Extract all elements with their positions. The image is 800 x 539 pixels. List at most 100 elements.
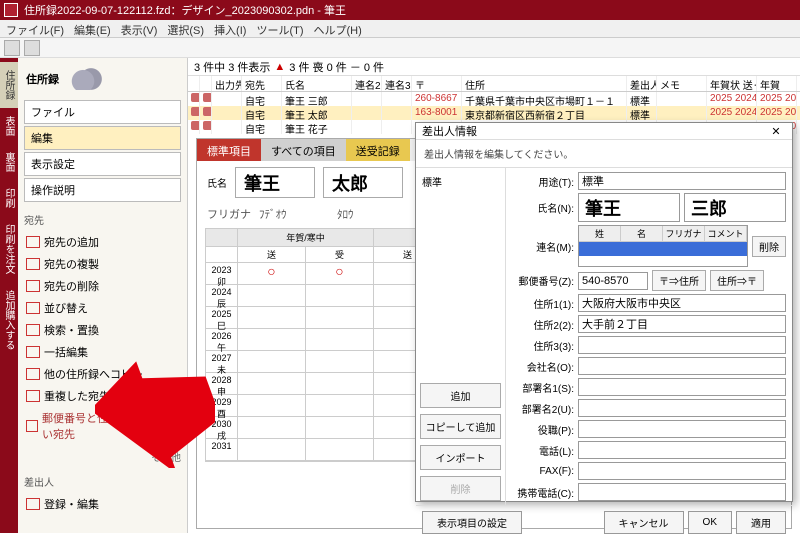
dialog-form: 用途(T): 氏名(N): 連名(M): 姓名フリガナコメント 削除 郵便番号(… bbox=[506, 168, 792, 505]
section-dest: 宛先 bbox=[24, 212, 181, 227]
vtab-back[interactable]: 裏面 bbox=[0, 144, 18, 180]
sender-icon bbox=[26, 498, 40, 510]
btn-addr-to-zip[interactable]: 住所⇒〒 bbox=[710, 270, 764, 291]
btn-file[interactable]: ファイル bbox=[24, 100, 181, 124]
input-dept2[interactable] bbox=[578, 399, 786, 417]
btn-display-settings[interactable]: 表示項目の設定 bbox=[422, 511, 522, 534]
btn-delete-renmei[interactable]: 削除 bbox=[752, 236, 786, 257]
btn-copy-add[interactable]: コピーして追加 bbox=[420, 414, 501, 439]
count-sub: 3 件 喪 0 件 － 0 件 bbox=[289, 59, 384, 75]
vtab-print[interactable]: 印刷 bbox=[0, 180, 18, 216]
vtab-order[interactable]: 印刷を注文 bbox=[0, 216, 18, 282]
undo-icon[interactable] bbox=[4, 40, 20, 56]
tab-standard[interactable]: 標準項目 bbox=[197, 139, 261, 161]
input-mobile[interactable] bbox=[578, 483, 786, 501]
sidebar-title: 住所録 bbox=[26, 68, 179, 90]
window-title: 住所録2022-09-07-122112.fzd：デザイン_2023090302… bbox=[24, 2, 346, 18]
menu-edit[interactable]: 編集(E) bbox=[74, 22, 111, 35]
btn-import[interactable]: インポート bbox=[420, 445, 501, 470]
btn-ok[interactable]: OK bbox=[688, 511, 732, 534]
window-titlebar: 住所録2022-09-07-122112.fzd：デザイン_2023090302… bbox=[0, 0, 800, 20]
input-addr3[interactable] bbox=[578, 336, 786, 354]
btn-manual[interactable]: 操作説明 bbox=[24, 178, 181, 202]
delete-icon bbox=[26, 280, 40, 292]
search-icon bbox=[26, 324, 40, 336]
input-zip[interactable] bbox=[578, 272, 648, 290]
renmei-table[interactable]: 姓名フリガナコメント bbox=[578, 225, 748, 267]
dialog-message: 差出人情報を編集してください。 bbox=[416, 140, 792, 167]
menu-tools[interactable]: ツール(T) bbox=[256, 22, 303, 35]
tab-sendrecv[interactable]: 送受記録 bbox=[346, 139, 410, 161]
dialog-left-pane: 標準 追加 コピーして追加 インポート 削除 bbox=[416, 168, 506, 505]
menu-view[interactable]: 表示(V) bbox=[121, 22, 158, 35]
flag-icon: ▲ bbox=[274, 61, 285, 73]
tab-all[interactable]: すべての項目 bbox=[261, 139, 346, 161]
input-sender-sei[interactable] bbox=[578, 193, 680, 222]
dest-zipwarn[interactable]: 郵便番号と住所が一致しない宛先 bbox=[24, 407, 181, 445]
copyto-icon bbox=[26, 368, 40, 380]
dialog-footer: 表示項目の設定 キャンセル OK 適用 bbox=[416, 505, 792, 539]
menu-select[interactable]: 選択(S) bbox=[167, 22, 204, 35]
input-sei[interactable] bbox=[235, 167, 315, 198]
sort-icon bbox=[26, 302, 40, 314]
app-icon bbox=[4, 3, 18, 17]
count-total: 3 件中 3 件表示 bbox=[194, 59, 270, 75]
section-sender: 差出人 bbox=[24, 474, 181, 489]
table-row[interactable]: 自宅筆王 太郎163-8001東京都新宿区西新宿２丁目標準2025 2024 N… bbox=[188, 106, 800, 120]
dest-batch[interactable]: 一括編集 bbox=[24, 341, 181, 363]
input-mei[interactable] bbox=[323, 167, 403, 198]
btn-apply[interactable]: 適用 bbox=[736, 511, 786, 534]
table-row[interactable]: 自宅筆王 三郎260-8667千葉県千葉市中央区市場町１－１標準2025 202… bbox=[188, 92, 800, 106]
menu-help[interactable]: ヘルプ(H) bbox=[314, 22, 362, 35]
vtab-addressbook[interactable]: 住所録 bbox=[0, 62, 18, 108]
batch-icon bbox=[26, 346, 40, 358]
input-dept1[interactable] bbox=[578, 378, 786, 396]
menu-file[interactable]: ファイル(F) bbox=[6, 22, 64, 35]
sender-edit[interactable]: 登録・編集 bbox=[24, 493, 181, 515]
main-menu: ファイル(F) 編集(E) 表示(V) 選択(S) 挿入(I) ツール(T) ヘ… bbox=[0, 20, 800, 38]
input-company[interactable] bbox=[578, 357, 786, 375]
dest-add[interactable]: 宛先の追加 bbox=[24, 231, 181, 253]
btn-edit[interactable]: 編集 bbox=[24, 126, 181, 150]
dest-delete[interactable]: 宛先の削除 bbox=[24, 275, 181, 297]
dup-icon bbox=[26, 390, 40, 402]
input-addr2[interactable] bbox=[578, 315, 786, 333]
dest-copy[interactable]: 宛先の複製 bbox=[24, 253, 181, 275]
warn-icon bbox=[26, 420, 38, 432]
input-purpose[interactable] bbox=[578, 172, 786, 190]
close-icon[interactable]: ✕ bbox=[766, 125, 786, 138]
input-fax[interactable] bbox=[578, 462, 786, 480]
input-role[interactable] bbox=[578, 420, 786, 438]
sidebar: 住所録 ファイル 編集 表示設定 操作説明 宛先 宛先の追加 宛先の複製 宛先の… bbox=[18, 58, 188, 533]
btn-add-sender[interactable]: 追加 bbox=[420, 383, 501, 408]
input-sender-mei[interactable] bbox=[684, 193, 786, 222]
dest-copyto[interactable]: 他の住所録へコピー bbox=[24, 363, 181, 385]
copy-icon bbox=[26, 258, 40, 270]
grid-header: 出力先宛先 氏名連名2 連名3〒 住所差出人 メモ年賀状 送‥ 年賀 bbox=[188, 76, 800, 92]
vtab-purchase[interactable]: 追加購入する bbox=[0, 282, 18, 358]
dest-dup[interactable]: 重複した宛先 bbox=[24, 385, 181, 407]
dest-search[interactable]: 検索・置換 bbox=[24, 319, 181, 341]
count-bar: 3 件中 3 件表示 ▲ 3 件 喪 0 件 － 0 件 bbox=[188, 58, 800, 76]
sender-dialog: 差出人情報 ✕ 差出人情報を編集してください。 標準 追加 コピーして追加 イン… bbox=[415, 122, 793, 502]
label-name: 氏名 bbox=[207, 175, 227, 190]
btn-zip-to-addr[interactable]: 〒⇒住所 bbox=[652, 270, 706, 291]
dialog-titlebar: 差出人情報 ✕ bbox=[416, 123, 792, 140]
input-tel[interactable] bbox=[578, 441, 786, 459]
input-addr1[interactable] bbox=[578, 294, 786, 312]
dest-sort[interactable]: 並び替え bbox=[24, 297, 181, 319]
btn-display[interactable]: 表示設定 bbox=[24, 152, 181, 176]
cloud-icon bbox=[67, 68, 107, 90]
add-icon bbox=[26, 236, 40, 248]
menu-insert[interactable]: 挿入(I) bbox=[214, 22, 246, 35]
btn-cancel[interactable]: キャンセル bbox=[604, 511, 684, 534]
vtab-front[interactable]: 表面 bbox=[0, 108, 18, 144]
redo-icon[interactable] bbox=[24, 40, 40, 56]
vertical-tabs: 住所録 表面 裏面 印刷 印刷を注文 追加購入する bbox=[0, 58, 18, 533]
label-furigana: フリガナ bbox=[207, 206, 251, 222]
sender-list-item[interactable]: 標準 bbox=[420, 172, 501, 191]
dialog-title: 差出人情報 bbox=[422, 123, 477, 139]
btn-delete-sender: 削除 bbox=[420, 476, 501, 501]
dest-other[interactable]: その他 bbox=[24, 449, 181, 464]
toolbar bbox=[0, 38, 800, 58]
